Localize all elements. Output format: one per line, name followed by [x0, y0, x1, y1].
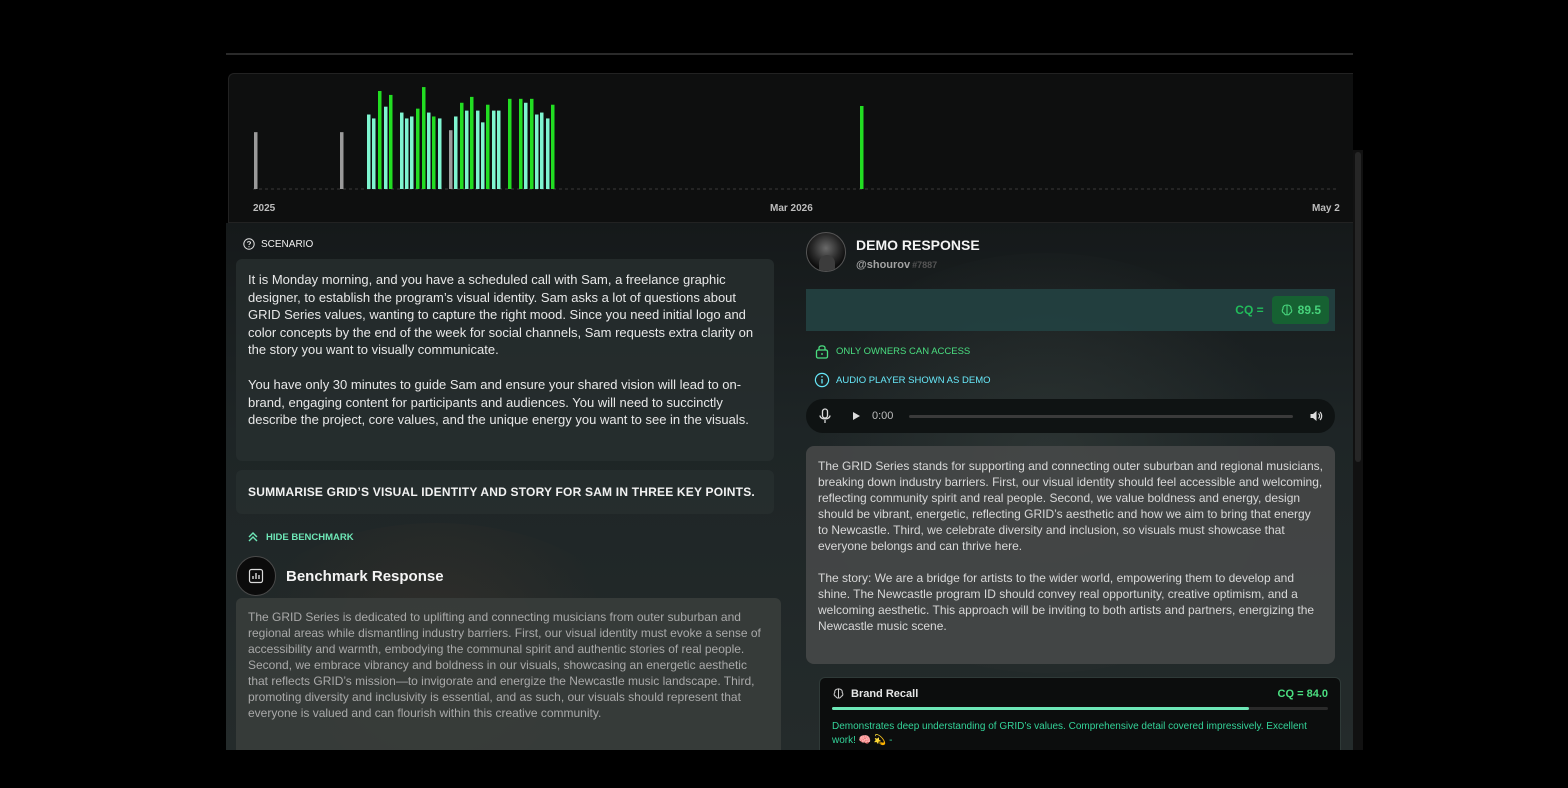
- chart-bar[interactable]: [476, 110, 480, 189]
- cq-label: CQ =: [1235, 303, 1264, 317]
- chart-bar[interactable]: [405, 118, 409, 189]
- microphone-icon[interactable]: [818, 408, 832, 424]
- tick-label-may: May 2: [1312, 203, 1340, 214]
- chart-bars: [254, 87, 864, 189]
- chart-bar[interactable]: [486, 104, 490, 189]
- hide-benchmark-toggle[interactable]: HIDE BENCHMARK: [246, 530, 354, 544]
- chart-bar[interactable]: [372, 118, 376, 189]
- chart-bar[interactable]: [449, 130, 453, 189]
- recall-feedback: Demonstrates deep understanding of GRID’…: [832, 721, 1307, 746]
- chart-bar[interactable]: [410, 116, 414, 189]
- activity-chart: 2025 Mar 2026 May 2: [228, 73, 1353, 223]
- tick-label-2025: 2025: [253, 203, 276, 214]
- benchmark-header: Benchmark Response: [236, 556, 444, 596]
- chart-bar[interactable]: [389, 94, 393, 189]
- demo-paragraph: The story: We are a bridge for artists t…: [818, 571, 1315, 633]
- question-card: SUMMARISE GRID’S VISUAL IDENTITY AND STO…: [236, 470, 774, 514]
- top-divider: [226, 53, 1353, 55]
- question-circle-icon: [243, 238, 255, 250]
- bar-chart-icon: [236, 556, 276, 596]
- chart-bar[interactable]: [460, 102, 464, 189]
- chart-bar[interactable]: [860, 106, 864, 189]
- chart-bar[interactable]: [454, 116, 458, 189]
- chart-bar[interactable]: [432, 116, 436, 189]
- demo-header: DEMO RESPONSE @shourov #7887: [806, 232, 980, 272]
- audio-time: 0:00: [872, 410, 894, 422]
- benchmark-title: Benchmark Response: [286, 567, 444, 585]
- chart-bar[interactable]: [524, 102, 528, 189]
- recall-progress-bar: [832, 707, 1328, 710]
- user-tag: #7887: [912, 260, 938, 270]
- scenario-label-text: SCENARIO: [261, 238, 314, 250]
- activity-chart-svg: 2025 Mar 2026 May 2: [253, 87, 1340, 214]
- scenario-label: SCENARIO: [243, 238, 313, 250]
- recall-progress-fill: [832, 707, 1249, 710]
- chart-bar[interactable]: [384, 106, 388, 189]
- question-text: SUMMARISE GRID’S VISUAL IDENTITY AND STO…: [248, 485, 755, 499]
- chart-bar[interactable]: [470, 96, 474, 189]
- recall-name-text: Brand Recall: [851, 687, 919, 700]
- audio-note: AUDIO PLAYER SHOWN AS DEMO: [814, 372, 991, 388]
- tick-label-mar-2026: Mar 2026: [770, 203, 813, 214]
- chart-bar[interactable]: [535, 114, 539, 189]
- chart-bar[interactable]: [497, 110, 501, 189]
- benchmark-text: The GRID Series is dedicated to upliftin…: [248, 610, 761, 720]
- brain-icon: [1281, 304, 1292, 316]
- demo-username[interactable]: @shourov #7887: [856, 259, 980, 271]
- play-icon[interactable]: [850, 410, 862, 422]
- chart-bar[interactable]: [378, 91, 382, 189]
- owners-note-text: ONLY OWNERS CAN ACCESS: [836, 345, 971, 357]
- brand-recall-card: Brand Recall CQ = 84.0 Demonstrates deep…: [819, 677, 1341, 750]
- benchmark-card: The GRID Series is dedicated to upliftin…: [236, 598, 781, 750]
- recall-score: CQ = 84.0: [1277, 687, 1328, 700]
- chart-bar[interactable]: [465, 110, 469, 189]
- hide-benchmark-label: HIDE BENCHMARK: [266, 531, 354, 543]
- volume-icon[interactable]: [1309, 409, 1323, 423]
- cq-bar: CQ = 89.5: [806, 289, 1335, 331]
- demo-response-card: The GRID Series stands for supporting an…: [806, 446, 1335, 664]
- chart-bar[interactable]: [422, 87, 426, 189]
- chart-bar[interactable]: [508, 98, 512, 189]
- chart-bar[interactable]: [416, 108, 420, 189]
- scenario-paragraph: You have only 30 minutes to guide Sam an…: [248, 376, 749, 428]
- audio-player: 0:00: [806, 399, 1335, 433]
- scenario-card: It is Monday morning, and you have a sch…: [236, 259, 774, 461]
- demo-title: DEMO RESPONSE: [856, 237, 980, 253]
- chart-bar[interactable]: [481, 122, 485, 189]
- chart-bar[interactable]: [540, 112, 544, 189]
- audio-note-text: AUDIO PLAYER SHOWN AS DEMO: [836, 374, 991, 386]
- chart-bar[interactable]: [427, 112, 431, 189]
- chart-bar[interactable]: [340, 132, 344, 189]
- demo-paragraph: The GRID Series stands for supporting an…: [818, 459, 1323, 553]
- owners-note: ONLY OWNERS CAN ACCESS: [814, 343, 970, 359]
- brain-icon: [833, 688, 844, 699]
- chart-bar[interactable]: [254, 132, 258, 189]
- chevrons-up-icon: [248, 532, 258, 542]
- audio-progress-track[interactable]: [909, 414, 1293, 418]
- scrollbar-thumb[interactable]: [1355, 152, 1361, 462]
- chart-bar[interactable]: [492, 110, 496, 189]
- chart-bar[interactable]: [530, 98, 534, 189]
- chart-bar[interactable]: [400, 112, 404, 189]
- cq-value: 89.5: [1297, 303, 1321, 317]
- lock-icon: [815, 345, 829, 359]
- chart-bar[interactable]: [367, 114, 371, 189]
- username-text: @shourov: [856, 259, 911, 271]
- chart-bar[interactable]: [546, 118, 550, 189]
- avatar[interactable]: [806, 232, 846, 272]
- chart-bar[interactable]: [438, 118, 442, 189]
- chart-bar[interactable]: [551, 104, 555, 189]
- cq-badge: 89.5: [1271, 296, 1329, 324]
- info-icon: [814, 372, 830, 388]
- scenario-paragraph: It is Monday morning, and you have a sch…: [248, 272, 754, 358]
- recall-name: Brand Recall: [832, 687, 918, 700]
- chart-bar[interactable]: [519, 98, 523, 189]
